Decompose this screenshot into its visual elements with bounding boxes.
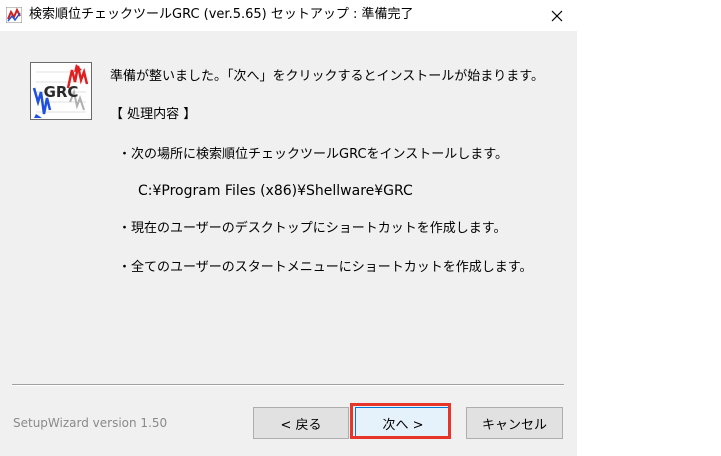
intro-text: 準備が整いました。「次へ」をクリックするとインストールが始まります。	[110, 69, 544, 84]
app-icon	[6, 7, 22, 23]
grc-logo-icon: GRC	[30, 62, 92, 120]
window-title: 検索順位チェックツールGRC (ver.5.65) セットアップ : 準備完了	[29, 7, 414, 22]
version-label: SetupWizard version 1.50	[13, 416, 168, 430]
install-item: ・次の場所に検索順位チェックツールGRCをインストールします。	[118, 147, 508, 162]
title-bar: 検索順位チェックツールGRC (ver.5.65) セットアップ : 準備完了	[0, 0, 577, 31]
footer-divider	[12, 384, 564, 386]
section-heading: 【 処理内容 】	[110, 107, 197, 122]
startmenu-shortcut-item: ・全てのユーザーのスタートメニューにショートカットを作成します。	[118, 260, 533, 275]
logo-text: GRC	[44, 83, 79, 101]
install-path: C:¥Program Files (x86)¥Shellware¥GRC	[138, 183, 413, 199]
cancel-button[interactable]: キャンセル	[466, 407, 563, 439]
close-button[interactable]	[536, 0, 577, 31]
next-button[interactable]: 次へ >	[355, 407, 451, 439]
close-icon	[551, 10, 562, 21]
setup-wizard-window: 検索順位チェックツールGRC (ver.5.65) セットアップ : 準備完了 …	[0, 0, 577, 456]
desktop-shortcut-item: ・現在のユーザーのデスクトップにショートカットを作成します。	[118, 221, 507, 236]
back-button[interactable]: < 戻る	[253, 407, 349, 439]
